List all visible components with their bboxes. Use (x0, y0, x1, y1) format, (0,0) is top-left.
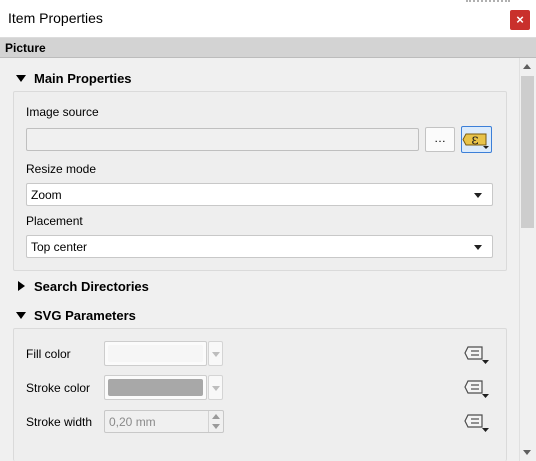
scroll-up-icon[interactable] (523, 64, 531, 69)
panel-section-title: Picture (5, 41, 46, 55)
placement-value: Top center (31, 240, 88, 254)
stroke-width-spinbox[interactable]: 0,20 mm (104, 410, 224, 433)
triangle-right-icon (18, 281, 25, 291)
resize-mode-value: Zoom (31, 188, 62, 202)
expression-epsilon-icon: ε (462, 132, 489, 149)
data-defined-override-icon (464, 380, 489, 398)
chevron-down-icon (474, 245, 482, 250)
stroke-width-data-defined-button[interactable] (463, 412, 491, 434)
resize-mode-label: Resize mode (26, 162, 97, 176)
window-titlebar: Item Properties × (0, 0, 536, 38)
scroll-down-icon[interactable] (523, 450, 531, 455)
chevron-down-icon (212, 386, 220, 391)
drag-grip[interactable] (466, 0, 510, 2)
data-defined-override-icon (464, 346, 489, 364)
fill-color-label: Fill color (26, 347, 71, 361)
data-defined-override-icon (464, 414, 489, 432)
resize-mode-select[interactable]: Zoom (26, 183, 493, 206)
browse-button[interactable]: … (425, 127, 455, 152)
chevron-down-icon (212, 352, 220, 357)
close-button[interactable]: × (510, 10, 530, 30)
group-toggle-main-properties[interactable]: Main Properties (16, 71, 132, 86)
close-icon: × (516, 12, 524, 27)
stroke-color-label: Stroke color (26, 381, 91, 395)
group-title-main-properties: Main Properties (34, 71, 132, 86)
fill-color-dropdown[interactable] (208, 341, 223, 366)
fill-color-button[interactable] (104, 341, 207, 366)
group-title-svg-parameters: SVG Parameters (34, 308, 136, 323)
vertical-scrollbar[interactable] (519, 58, 535, 461)
stroke-width-label: Stroke width (26, 415, 93, 429)
stroke-color-button[interactable] (104, 375, 207, 400)
stroke-color-data-defined-button[interactable] (463, 378, 491, 400)
group-toggle-svg-parameters[interactable]: SVG Parameters (16, 308, 136, 323)
chevron-down-icon (474, 193, 482, 198)
fill-color-data-defined-button[interactable] (463, 344, 491, 366)
scrollbar-thumb[interactable] (521, 76, 534, 228)
placement-select[interactable]: Top center (26, 235, 493, 258)
image-source-expression-button[interactable]: ε (461, 126, 492, 153)
stroke-color-dropdown[interactable] (208, 375, 223, 400)
window-title: Item Properties (8, 10, 103, 26)
spin-down-icon[interactable] (212, 424, 220, 429)
placement-label: Placement (26, 214, 83, 228)
stroke-color-swatch (108, 379, 203, 396)
spin-up-icon[interactable] (212, 414, 220, 419)
group-toggle-search-directories[interactable]: Search Directories (16, 279, 149, 294)
panel-section-header: Picture (0, 38, 536, 58)
properties-scroll-area: Main Properties Image source … ε Resize … (0, 58, 536, 461)
stroke-width-stepper[interactable] (208, 411, 223, 432)
triangle-down-icon (16, 75, 26, 82)
fill-color-swatch (108, 345, 203, 362)
stroke-width-value: 0,20 mm (109, 415, 156, 429)
image-source-label: Image source (26, 105, 99, 119)
svg-text:ε: ε (471, 132, 478, 148)
image-source-input[interactable] (26, 128, 419, 151)
group-title-search-directories: Search Directories (34, 279, 149, 294)
triangle-down-icon (16, 312, 26, 319)
